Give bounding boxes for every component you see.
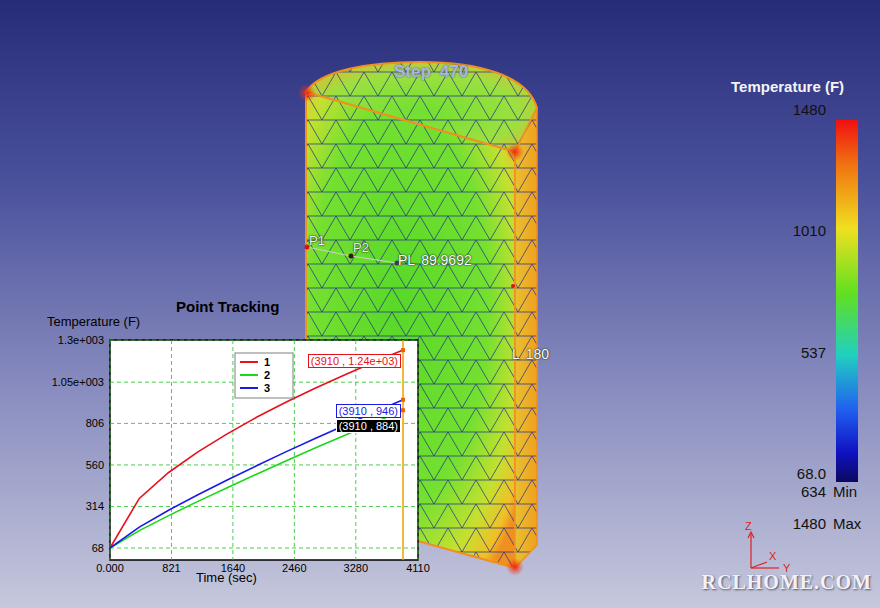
y-tick: 68 <box>92 542 104 554</box>
grid-line <box>110 340 418 341</box>
x-tick: 4110 <box>406 562 430 574</box>
viewport[interactable]: Step470 P1 P2 PL89.9692 L180 Point Track… <box>0 0 880 608</box>
grid-line <box>110 464 418 465</box>
chart-legend <box>235 353 293 398</box>
x-axis-label: Time (sec) <box>196 570 257 585</box>
series-line <box>110 350 403 548</box>
max-value: 1480Max <box>700 515 861 533</box>
grid-line <box>110 548 418 549</box>
probe-label: P1 <box>309 233 325 248</box>
legend-entry: 2 <box>264 369 270 381</box>
legend-tick: 537 <box>801 344 826 362</box>
point-tracking-chart: Point Tracking Temperature (F) 1.3e+003 1.0… <box>0 290 440 600</box>
legend-swatch <box>240 374 258 376</box>
x-tick: 2460 <box>282 562 306 574</box>
time-cursor[interactable] <box>402 340 404 560</box>
probe-dot <box>305 245 310 250</box>
color-bar <box>836 120 858 482</box>
color-legend: Temperature (F) 1480 1010 537 68.0 634Min 1… <box>700 78 861 533</box>
measurement-label: L180 <box>512 346 549 362</box>
legend-swatch <box>240 361 258 363</box>
grid-line <box>418 340 419 560</box>
legend-entry: 3 <box>264 382 270 394</box>
axis-label: X <box>769 550 777 562</box>
legend-title: Temperature (F) <box>731 78 861 95</box>
curved-face <box>515 108 537 568</box>
grid-line <box>232 340 233 560</box>
y-tick: 1.05e+003 <box>52 376 104 388</box>
legend-entry: 1 <box>264 356 270 368</box>
probe-line <box>351 256 397 263</box>
y-tick: 806 <box>86 417 104 429</box>
grid-line <box>355 340 356 560</box>
readout-label: (3910 , 946) <box>336 404 401 418</box>
cursor-point <box>401 348 405 352</box>
grid-line <box>110 340 111 560</box>
measurement-label: PL89.9692 <box>398 252 472 268</box>
min-value: 634Min <box>700 483 861 501</box>
cursor-point <box>401 398 405 402</box>
axis-label: Z <box>745 520 752 532</box>
x-tick: 3280 <box>344 562 368 574</box>
grid-line <box>294 340 295 560</box>
legend-swatch <box>240 387 258 389</box>
plot-area <box>110 340 418 560</box>
y-tick: 1.3e+003 <box>58 334 104 346</box>
chart-title: Point Tracking <box>176 298 279 315</box>
grid-line <box>110 506 418 507</box>
probe-line <box>307 247 351 256</box>
readout-label: (3910 , 884) <box>336 419 401 433</box>
series-line <box>110 400 403 548</box>
legend-tick: 1010 <box>793 222 826 240</box>
step-label: Step470 <box>394 62 468 82</box>
cursor-point <box>401 408 405 412</box>
y-axis-label: Temperature (F) <box>47 314 140 329</box>
readout-label: (3910 , 1.24e+03) <box>308 354 401 368</box>
legend-tick: 68.0 <box>797 465 826 483</box>
x-tick: 821 <box>162 562 180 574</box>
watermark: RCLHOME.COM <box>702 571 872 594</box>
y-tick: 314 <box>86 500 104 512</box>
grid-line <box>171 340 172 560</box>
x-tick: 0.000 <box>96 562 124 574</box>
y-tick: 560 <box>86 459 104 471</box>
probe-label: P2 <box>353 240 369 255</box>
probe-dot <box>349 254 354 259</box>
legend-tick: 1480 <box>793 101 826 119</box>
series-line <box>110 410 403 548</box>
